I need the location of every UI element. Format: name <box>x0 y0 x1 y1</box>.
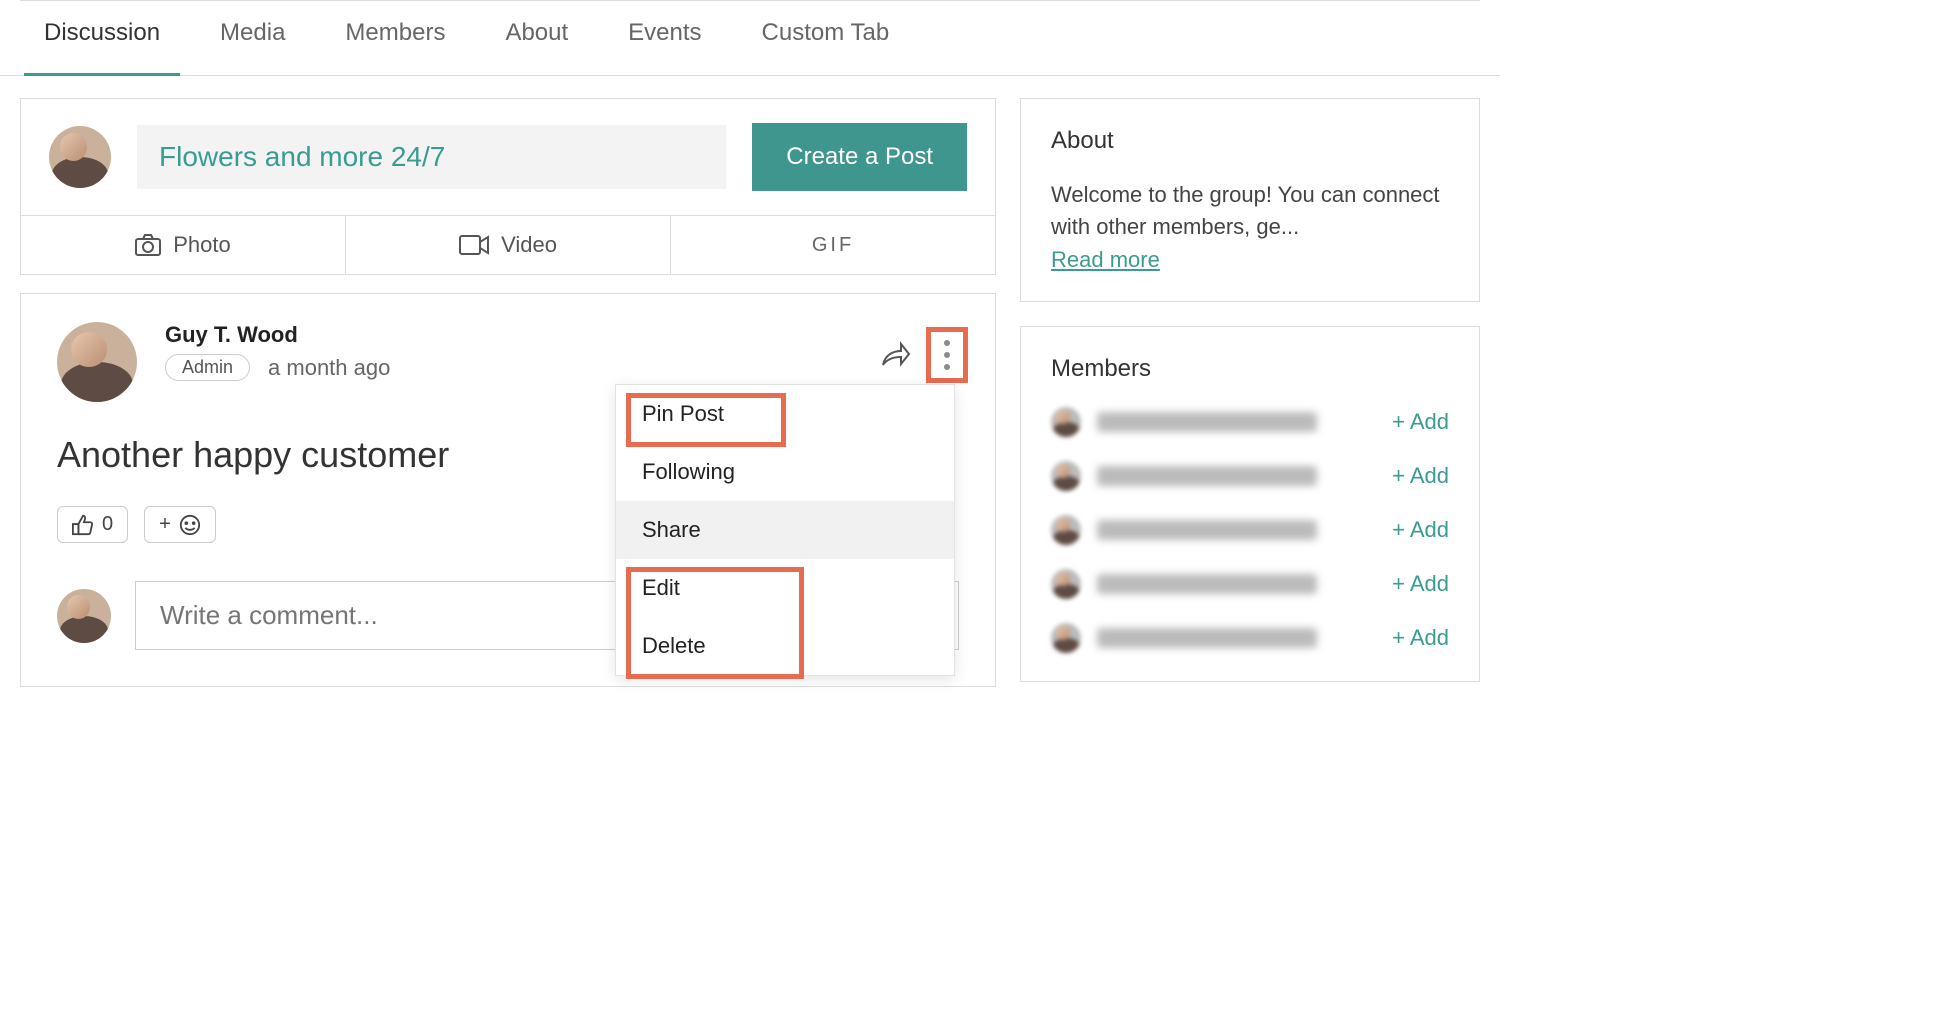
compose-input[interactable] <box>137 125 726 189</box>
create-post-button[interactable]: Create a Post <box>752 123 967 191</box>
post-card: Guy T. Wood Admin a month ago <box>20 293 996 687</box>
members-title: Members <box>1051 355 1449 383</box>
menu-pin-post[interactable]: Pin Post <box>616 385 954 443</box>
thumbs-up-icon <box>72 514 94 536</box>
compose-video-label: Video <box>501 232 557 258</box>
like-button[interactable]: 0 <box>57 506 128 543</box>
current-user-avatar[interactable] <box>49 126 111 188</box>
add-member-link[interactable]: + Add <box>1392 409 1449 435</box>
more-options-button[interactable] <box>929 330 965 380</box>
plus-icon: + <box>159 513 171 536</box>
post-author-avatar[interactable] <box>57 322 137 402</box>
add-reaction-button[interactable]: + <box>144 506 216 543</box>
menu-share[interactable]: Share <box>616 501 954 559</box>
add-member-link[interactable]: + Add <box>1392 571 1449 597</box>
like-count: 0 <box>102 513 113 536</box>
menu-delete[interactable]: Delete <box>616 617 954 675</box>
tab-events[interactable]: Events <box>628 19 701 61</box>
post-author-name[interactable]: Guy T. Wood <box>165 322 390 348</box>
member-row: + Add <box>1051 515 1449 545</box>
tab-about[interactable]: About <box>505 19 568 61</box>
compose-option-photo[interactable]: Photo <box>21 216 345 274</box>
member-name-blurred <box>1097 466 1317 486</box>
menu-following[interactable]: Following <box>616 443 954 501</box>
member-avatar[interactable] <box>1051 515 1081 545</box>
add-member-link[interactable]: + Add <box>1392 625 1449 651</box>
member-row: + Add <box>1051 569 1449 599</box>
about-title: About <box>1051 127 1449 155</box>
tab-media[interactable]: Media <box>220 19 285 61</box>
compose-option-video[interactable]: Video <box>345 216 670 274</box>
member-name-blurred <box>1097 628 1317 648</box>
post-options-dropdown: Pin Post Following Share Edit Delete <box>615 384 955 676</box>
compose-photo-label: Photo <box>173 232 231 258</box>
menu-edit[interactable]: Edit <box>616 559 954 617</box>
about-text: Welcome to the group! You can connect wi… <box>1051 179 1449 243</box>
member-avatar[interactable] <box>1051 407 1081 437</box>
add-member-link[interactable]: + Add <box>1392 463 1449 489</box>
member-avatar[interactable] <box>1051 461 1081 491</box>
smiley-icon <box>179 514 201 536</box>
video-icon <box>459 235 489 255</box>
add-member-link[interactable]: + Add <box>1392 517 1449 543</box>
member-row: + Add <box>1051 407 1449 437</box>
member-avatar[interactable] <box>1051 623 1081 653</box>
camera-icon <box>135 234 161 256</box>
compose-card: Create a Post Photo <box>20 98 996 275</box>
gif-icon: GIF <box>812 234 854 257</box>
member-name-blurred <box>1097 574 1317 594</box>
members-card: Members + Add + Add + Add + Add + Add <box>1020 326 1480 682</box>
share-icon[interactable] <box>879 339 911 371</box>
read-more-link[interactable]: Read more <box>1051 247 1160 273</box>
comment-avatar[interactable] <box>57 589 111 643</box>
tab-members[interactable]: Members <box>345 19 445 61</box>
member-row: + Add <box>1051 461 1449 491</box>
about-card: About Welcome to the group! You can conn… <box>1020 98 1480 302</box>
post-timestamp: a month ago <box>268 355 390 381</box>
tab-custom[interactable]: Custom Tab <box>762 19 890 61</box>
member-row: + Add <box>1051 623 1449 653</box>
member-avatar[interactable] <box>1051 569 1081 599</box>
member-name-blurred <box>1097 520 1317 540</box>
compose-option-gif[interactable]: GIF <box>670 216 995 274</box>
member-name-blurred <box>1097 412 1317 432</box>
admin-badge: Admin <box>165 354 250 381</box>
tabs-bar: Discussion Media Members About Events Cu… <box>0 3 1500 76</box>
tab-discussion[interactable]: Discussion <box>44 19 160 61</box>
